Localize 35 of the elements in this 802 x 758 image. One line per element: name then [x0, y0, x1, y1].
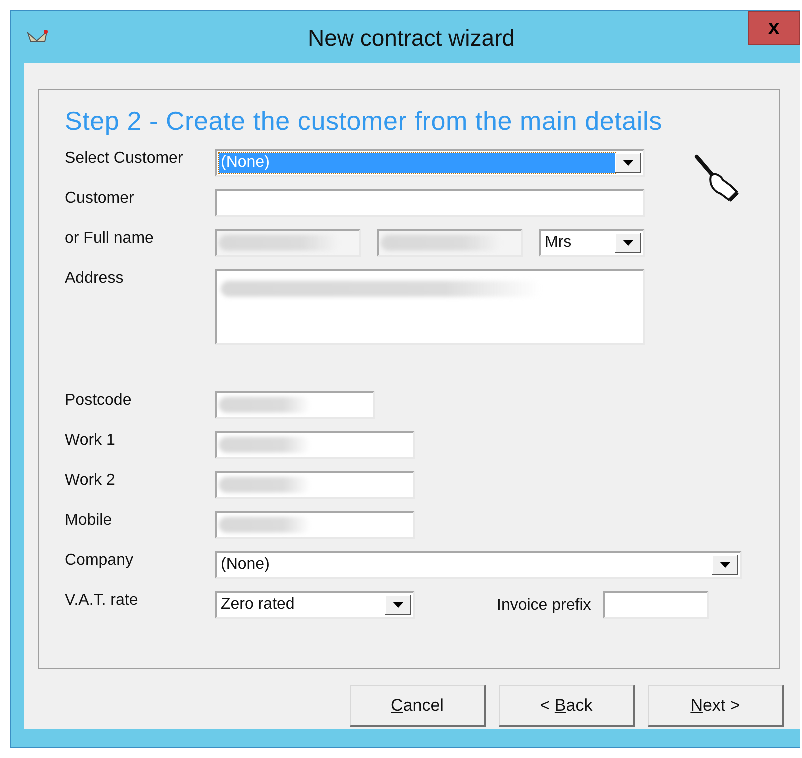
- wizard-button[interactable]: Cancel: [350, 685, 486, 727]
- wizard-button[interactable]: < Back: [499, 685, 635, 727]
- field-label: V.A.T. rate: [65, 591, 140, 610]
- field-label: Postcode: [65, 391, 133, 410]
- field-label: Work 1: [65, 431, 116, 450]
- field-label: Select Customer: [65, 149, 184, 168]
- app-icon: [27, 29, 49, 45]
- close-button[interactable]: x: [748, 11, 800, 45]
- input-field[interactable]: [215, 229, 361, 257]
- input-field[interactable]: [215, 189, 645, 217]
- field-label: or Full name: [65, 229, 155, 248]
- input-field[interactable]: [215, 431, 415, 459]
- field-label: Work 2: [65, 471, 116, 490]
- dropdown[interactable]: Zero rated: [215, 591, 415, 619]
- input-field[interactable]: [215, 471, 415, 499]
- title-dropdown[interactable]: Mrs: [539, 229, 645, 257]
- dropdown-arrow-icon: [622, 160, 634, 166]
- dropdown-arrow-icon: [392, 602, 404, 608]
- field-label: Invoice prefix: [497, 597, 592, 616]
- field-label: Address: [65, 269, 125, 288]
- address-field[interactable]: [215, 269, 645, 345]
- field-label: Mobile: [65, 511, 114, 530]
- input-field[interactable]: [215, 391, 375, 419]
- input-field[interactable]: [603, 591, 710, 619]
- input-field[interactable]: [377, 229, 523, 257]
- step-heading: Step 2 - Create the customer from the main details: [65, 106, 664, 137]
- dropdown[interactable]: (None): [215, 551, 742, 579]
- input-field[interactable]: [215, 511, 415, 539]
- wizard-button[interactable]: Next >: [648, 685, 784, 727]
- dropdown-arrow-icon: [720, 562, 730, 568]
- dropdown-arrow-icon: [622, 240, 634, 246]
- pointing-hand-icon: [693, 154, 739, 202]
- field-label: Customer: [65, 189, 136, 208]
- field-label: Company: [65, 551, 134, 570]
- window-title: New contract wizard: [306, 25, 516, 52]
